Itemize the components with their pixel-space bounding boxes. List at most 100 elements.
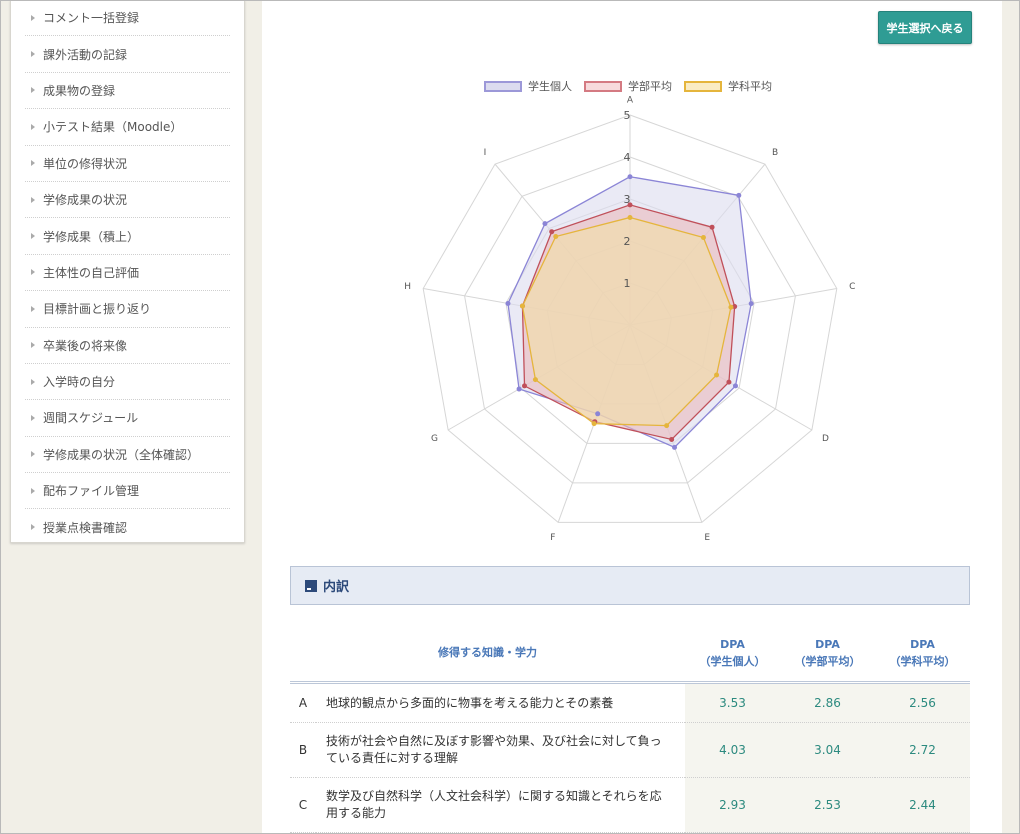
row-dpa-individual: 3.53 [685,682,780,723]
axis-label: D [822,434,829,444]
axis-label: I [484,148,487,158]
header-dpa-faculty-line2: （学部平均） [794,654,861,668]
sidebar-item[interactable]: 週間スケジュール [25,400,230,437]
sidebar-item[interactable]: 学修成果の状況 [25,182,230,219]
table-row: C 数学及び自然科学（人文社会科学）に関する知識とそれらを応用する能力 2.93… [290,777,970,833]
row-code: C [290,777,316,833]
row-dpa-individual: 4.03 [685,722,780,778]
row-dpa-faculty: 2.53 [780,777,875,833]
caret-right-icon [31,87,35,94]
data-point [664,423,670,429]
caret-right-icon [31,524,35,531]
sidebar-item[interactable]: 目標計画と振り返り [25,291,230,328]
sidebar-item-label: 週間スケジュール [43,411,139,426]
caret-right-icon [31,378,35,385]
header-dpa-individual-line2: （学生個人） [699,654,766,668]
data-point [516,386,522,392]
caret-right-icon [31,269,35,276]
sidebar-item[interactable]: 卒業後の将来像 [25,328,230,364]
sidebar-item[interactable]: 主体性の自己評価 [25,255,230,292]
data-point [532,377,538,383]
axis-label: A [627,95,634,105]
sidebar-item-label: 単位の修得状況 [43,156,128,171]
row-dpa-department: 2.72 [875,722,970,778]
axis-label: H [404,282,411,292]
row-description: 技術が社会や自然に及ぼす影響や効果、及び社会に対して負っている責任に対する理解 [316,722,685,778]
caret-right-icon [31,160,35,167]
sidebar-item-label: 配布ファイル管理 [43,484,140,499]
data-point [726,379,732,385]
data-point [700,234,706,240]
breakdown-title: 内訳 [323,580,350,595]
sidebar-item[interactable]: 配布ファイル管理 [25,473,230,510]
header-dpa-department-line2: （学科平均） [889,654,956,668]
row-dpa-individual: 2.93 [685,777,780,833]
sidebar-item[interactable]: 単位の修得状況 [25,146,230,182]
radial-tick-label: 5 [624,109,631,122]
axis-label: G [431,434,438,444]
sidebar-item[interactable]: 成果物の登録 [25,73,230,110]
table-row: B 技術が社会や自然に及ぼす影響や効果、及び社会に対して負っている責任に対する理… [290,722,970,778]
sidebar-item[interactable]: 小テスト結果（Moodle） [25,109,230,146]
header-knowledge: 修得する知識・学力 [290,624,685,684]
sidebar-menu: コメント一括登録 課外活動の記録 成果物の登録小テスト結果（Moodle） 単位の修得… [11,0,244,545]
radial-tick-label: 1 [624,277,631,290]
header-dpa-faculty-line1: DPA [815,637,840,651]
caret-right-icon [31,414,35,421]
row-description: 数学及び自然科学（人文社会科学）に関する知識とそれらを応用する能力 [316,777,685,833]
sidebar-item[interactable]: 学修成果の状況（全体確認） [25,437,230,474]
caret-right-icon [31,14,35,21]
radar-chart: 1 2 3 4 5 A B C D E F G H I [404,95,855,543]
table-row: A 地球的観点から多面的に物事を考える能力とその素養 3.53 2.86 2.5… [290,682,970,723]
data-point [553,234,559,240]
sidebar-item-label: 課外活動の記録 [43,47,128,62]
caret-right-icon [31,451,35,458]
section-icon [305,579,317,592]
sidebar-item-label: 主体性の自己評価 [43,265,140,280]
axis-label: E [704,533,710,543]
caret-right-icon [31,51,35,58]
data-point [549,229,555,235]
row-dpa-department: 2.44 [875,777,970,833]
data-point [714,372,720,378]
data-point [728,304,734,310]
header-dpa-individual: DPA （学生個人） [685,624,780,684]
sidebar-item-label: 目標計画と振り返り [43,302,152,317]
sidebar-item-label: 卒業後の将来像 [43,338,128,353]
header-dpa-department-line1: DPA [910,637,935,651]
sidebar-item[interactable]: 学修成果（積上） [25,218,230,255]
data-point [595,411,601,417]
caret-right-icon [31,305,35,312]
header-dpa-individual-line1: DPA [720,637,745,651]
data-point [591,421,597,427]
data-point [732,383,738,389]
row-dpa-faculty: 3.04 [780,722,875,778]
row-description: 地球的観点から多面的に物事を考える能力とその素養 [316,682,685,723]
sidebar-item-label: 入学時の自分 [43,375,116,390]
caret-right-icon [31,196,35,203]
breakdown-table: 修得する知識・学力 DPA （学生個人） DPA （学部平均） DPA （学科平均） … [290,624,970,833]
sidebar-item-label: 学修成果の状況 [43,193,128,208]
sidebar-item[interactable]: 課外活動の記録 [25,36,230,73]
sidebar-item-label: 小テスト結果（Moodle） [43,120,183,135]
axis-label: C [849,282,855,292]
data-point [672,444,678,450]
sidebar-item-label: 授業点検書確認 [43,520,128,535]
sidebar: コメント一括登録 課外活動の記録 成果物の登録小テスト結果（Moodle） 単位の修得… [10,0,245,543]
radial-tick-label: 2 [624,235,631,248]
data-point [519,303,525,309]
table-header-row: 修得する知識・学力 DPA （学生個人） DPA （学部平均） DPA （学科平均） [290,624,970,684]
data-point [522,383,528,389]
sidebar-item[interactable]: 入学時の自分 [25,364,230,401]
sidebar-item[interactable]: 授業点検書確認 [25,509,230,544]
caret-right-icon [31,123,35,130]
row-dpa-department: 2.56 [875,682,970,723]
caret-right-icon [31,342,35,349]
sidebar-item-label: 成果物の登録 [43,83,116,98]
sidebar-item[interactable]: コメント一括登録 [25,0,230,37]
header-dpa-department: DPA （学科平均） [875,624,970,684]
data-point [736,192,742,198]
data-point [709,224,715,230]
sidebar-item-label: コメント一括登録 [43,11,140,26]
radial-tick-label: 3 [624,193,631,206]
